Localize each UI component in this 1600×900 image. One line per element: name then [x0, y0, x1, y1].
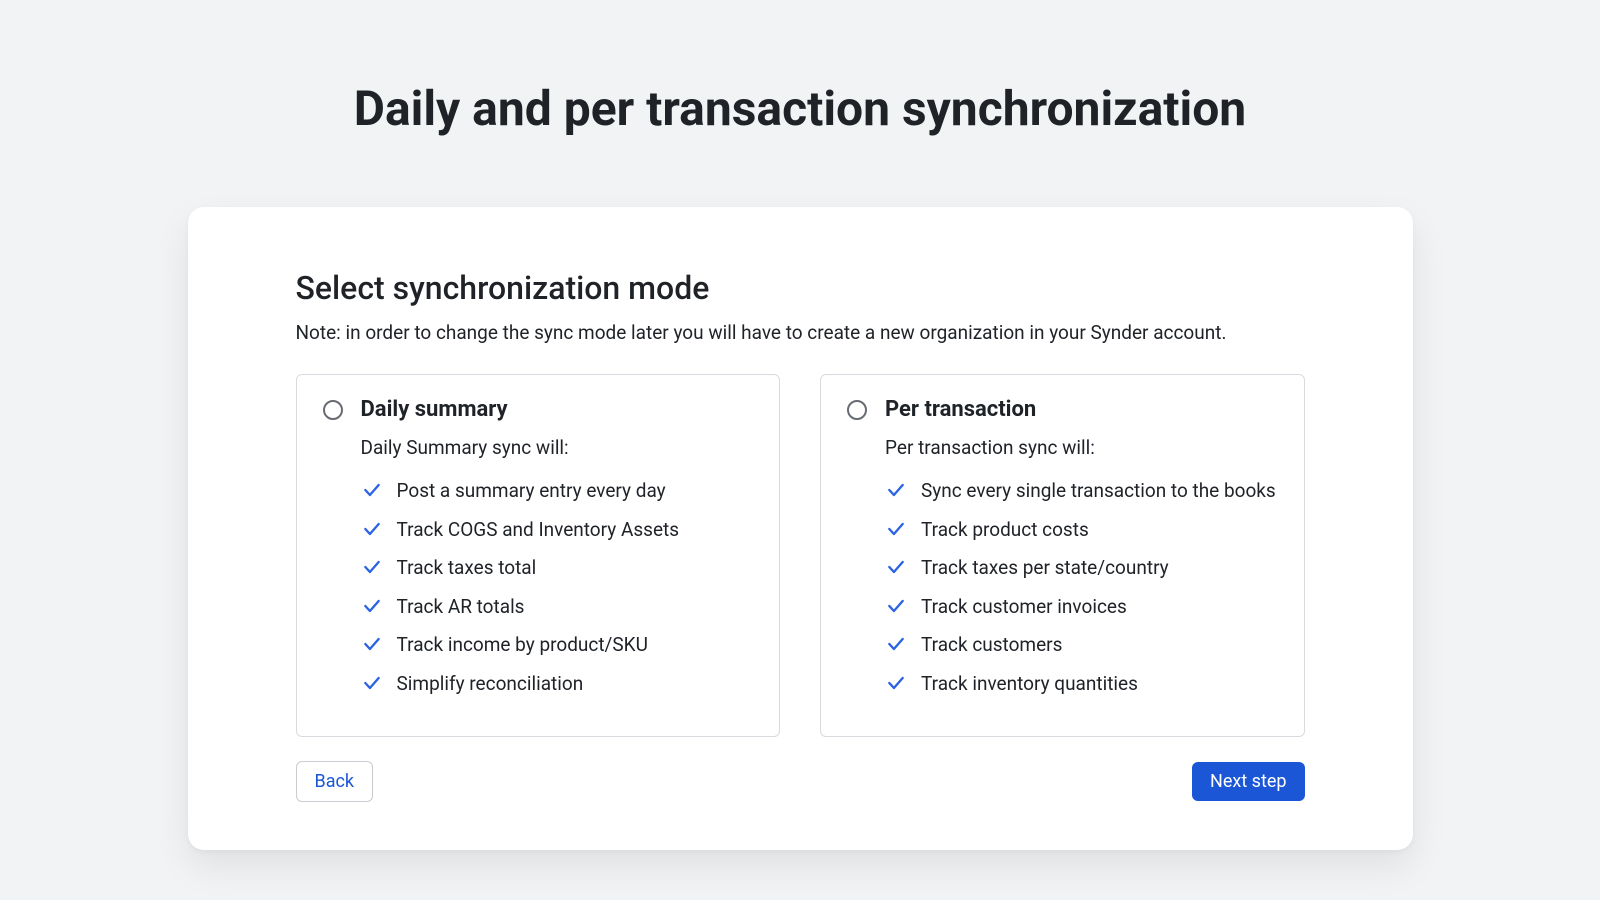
feature-label: Track COGS and Inventory Assets — [397, 516, 680, 545]
feature-label: Track income by product/SKU — [397, 631, 648, 660]
check-icon — [361, 556, 383, 578]
feature-item: Track COGS and Inventory Assets — [361, 516, 754, 545]
option-per-transaction[interactable]: Per transaction Per transaction sync wil… — [820, 374, 1305, 737]
option-daily-summary[interactable]: Daily summary Daily Summary sync will: P… — [296, 374, 781, 737]
check-icon — [361, 633, 383, 655]
feature-item: Track product costs — [885, 516, 1278, 545]
feature-item: Track taxes total — [361, 554, 754, 583]
option-daily-features: Post a summary entry every day Track COGS… — [361, 477, 754, 698]
feature-label: Track inventory quantities — [921, 670, 1138, 699]
feature-label: Simplify reconciliation — [397, 670, 584, 699]
feature-item: Simplify reconciliation — [361, 670, 754, 699]
check-icon — [885, 633, 907, 655]
check-icon — [361, 518, 383, 540]
option-daily-title: Daily summary — [361, 397, 508, 422]
feature-label: Post a summary entry every day — [397, 477, 666, 506]
feature-item: Track customer invoices — [885, 593, 1278, 622]
feature-item: Track income by product/SKU — [361, 631, 754, 660]
section-title: Select synchronization mode — [296, 269, 1305, 307]
check-icon — [361, 595, 383, 617]
feature-label: Track product costs — [921, 516, 1089, 545]
feature-item: Track taxes per state/country — [885, 554, 1278, 583]
feature-label: Track taxes per state/country — [921, 554, 1169, 583]
option-per-tx-subtitle: Per transaction sync will: — [885, 436, 1278, 459]
wizard-actions: Back Next step — [296, 761, 1305, 802]
check-icon — [361, 672, 383, 694]
feature-item: Track inventory quantities — [885, 670, 1278, 699]
sync-options: Daily summary Daily Summary sync will: P… — [296, 374, 1305, 737]
check-icon — [885, 518, 907, 540]
radio-icon — [847, 400, 867, 420]
check-icon — [885, 479, 907, 501]
back-button[interactable]: Back — [296, 761, 374, 802]
option-per-tx-title: Per transaction — [885, 397, 1036, 422]
check-icon — [361, 479, 383, 501]
check-icon — [885, 595, 907, 617]
page-title: Daily and per transaction synchronizatio… — [0, 80, 1600, 137]
feature-item: Track AR totals — [361, 593, 754, 622]
feature-label: Sync every single transaction to the boo… — [921, 477, 1276, 506]
option-per-tx-features: Sync every single transaction to the boo… — [885, 477, 1278, 698]
feature-item: Track customers — [885, 631, 1278, 660]
sync-mode-card: Select synchronization mode Note: in ord… — [188, 207, 1413, 850]
feature-label: Track customers — [921, 631, 1062, 660]
feature-item: Sync every single transaction to the boo… — [885, 477, 1278, 506]
option-daily-subtitle: Daily Summary sync will: — [361, 436, 754, 459]
check-icon — [885, 672, 907, 694]
next-step-button[interactable]: Next step — [1192, 762, 1305, 801]
feature-label: Track customer invoices — [921, 593, 1127, 622]
check-icon — [885, 556, 907, 578]
feature-label: Track taxes total — [397, 554, 537, 583]
radio-icon — [323, 400, 343, 420]
feature-item: Post a summary entry every day — [361, 477, 754, 506]
feature-label: Track AR totals — [397, 593, 525, 622]
section-note: Note: in order to change the sync mode l… — [296, 321, 1305, 344]
